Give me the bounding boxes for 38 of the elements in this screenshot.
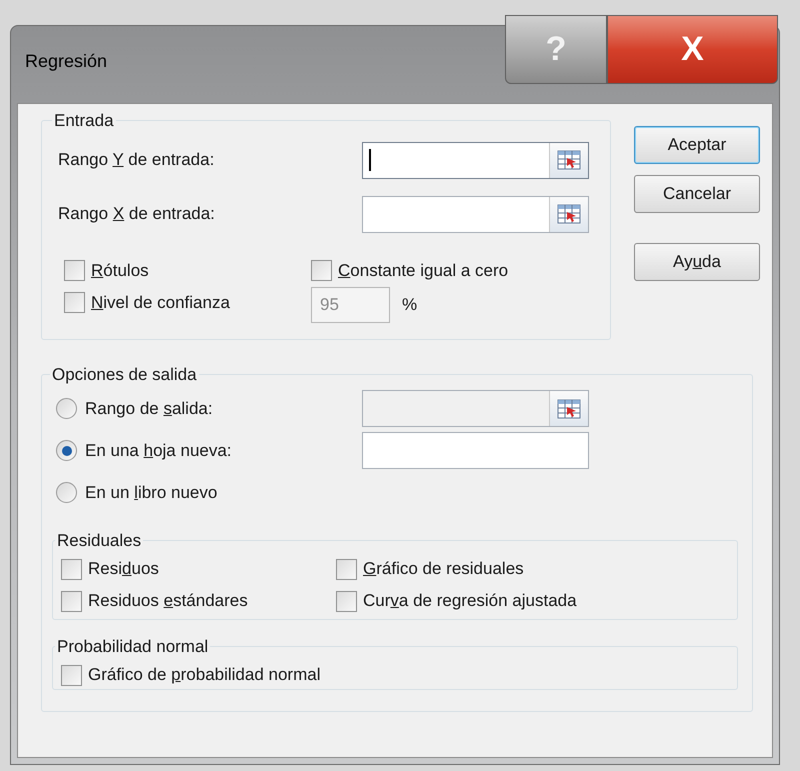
checkbox-label: Curva de regresión ajustada bbox=[363, 590, 577, 612]
table-grid-icon bbox=[557, 204, 581, 224]
range-picker-button[interactable] bbox=[549, 142, 588, 178]
checkbox[interactable] bbox=[61, 558, 82, 580]
checkbox[interactable] bbox=[61, 664, 82, 686]
radio-button[interactable] bbox=[56, 398, 77, 419]
checkbox[interactable] bbox=[311, 260, 332, 281]
checkbox[interactable] bbox=[336, 558, 357, 580]
field-label: Rango X de entrada: bbox=[58, 203, 216, 226]
checkbox[interactable] bbox=[64, 260, 85, 281]
checkbox-label: Nivel de confianza bbox=[91, 292, 230, 314]
range-picker-button[interactable] bbox=[549, 196, 588, 232]
radio-button[interactable] bbox=[56, 440, 77, 461]
dialog-button[interactable]: Ayuda bbox=[634, 243, 760, 281]
checkbox-label: Constante igual a cero bbox=[338, 260, 508, 282]
checkbox[interactable] bbox=[336, 590, 357, 612]
checkbox-label: Residuos bbox=[88, 558, 159, 580]
checkbox-label: Gráfico de probabilidad normal bbox=[88, 664, 320, 686]
table-grid-icon bbox=[557, 398, 581, 418]
radio-label: En una hoja nueva: bbox=[85, 440, 232, 462]
dialog-button[interactable]: Cancelar bbox=[634, 175, 760, 213]
checkbox[interactable] bbox=[61, 590, 82, 612]
checkbox-label: Gráfico de residuales bbox=[363, 558, 524, 580]
window-title: Regresión bbox=[25, 50, 108, 73]
percent-label: % bbox=[402, 294, 418, 316]
radio-label: Rango de salida: bbox=[85, 398, 213, 420]
checkbox-label: Rótulos bbox=[91, 260, 149, 282]
radio-button[interactable] bbox=[56, 482, 77, 503]
dialog-button[interactable]: Aceptar bbox=[634, 126, 760, 164]
checkbox-label: Residuos estándares bbox=[88, 590, 248, 612]
close-button[interactable]: X bbox=[607, 15, 778, 84]
field-label: Rango Y de entrada: bbox=[58, 149, 216, 172]
radio-label: En un libro nuevo bbox=[85, 482, 218, 504]
input-field[interactable] bbox=[362, 196, 589, 232]
table-grid-icon bbox=[557, 150, 581, 170]
checkbox[interactable] bbox=[64, 292, 85, 313]
input-field[interactable] bbox=[362, 432, 589, 469]
input-field[interactable] bbox=[362, 142, 589, 178]
